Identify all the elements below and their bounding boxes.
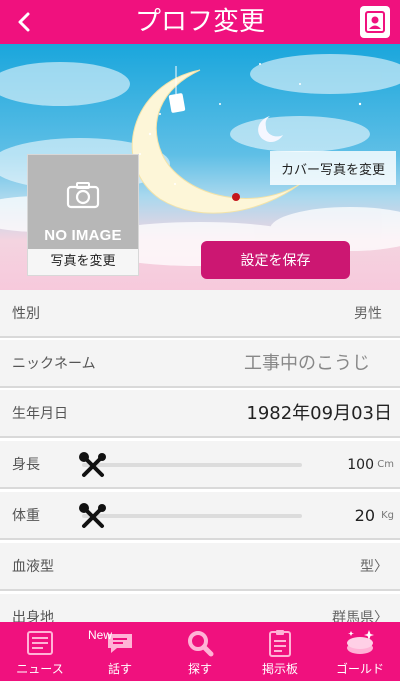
camera-icon (66, 182, 100, 209)
nav-gold[interactable]: ゴールド (320, 622, 400, 681)
nav-search-label: 探す (187, 662, 212, 676)
gender-value: 男性 (354, 306, 382, 322)
weight-slider[interactable] (82, 514, 302, 518)
weight-label: 体重 (12, 508, 40, 524)
tools-icon[interactable] (78, 451, 108, 481)
birthday-row[interactable]: 生年月日 1982年09月03日 (0, 390, 400, 438)
app-header: プロフ変更 (0, 0, 400, 44)
gender-row[interactable]: 性別 男性 (0, 290, 400, 338)
profile-photo[interactable]: NO IMAGE 写真を変更 (27, 154, 139, 276)
nav-chat-label: 話す (107, 662, 132, 676)
new-badge: New (88, 628, 113, 642)
height-unit: Cm (377, 459, 394, 470)
board-icon (269, 630, 291, 657)
birthday-value: 1982年09月03日 (246, 403, 392, 424)
weight-unit: Kg (381, 510, 394, 521)
height-label: 身長 (12, 457, 40, 473)
profile-card-button[interactable] (360, 6, 390, 38)
nav-board-label: 掲示板 (261, 662, 298, 676)
profile-card-icon (365, 11, 385, 33)
height-slider[interactable] (82, 463, 302, 467)
nav-board[interactable]: 掲示板 (240, 622, 320, 681)
gender-label: 性別 (12, 306, 40, 322)
save-settings-button[interactable]: 設定を保存 (201, 241, 350, 279)
no-image-text: NO IMAGE (44, 227, 122, 244)
blood-type-value: 型〉 (360, 559, 388, 575)
gold-icon (347, 630, 374, 654)
blood-type-row[interactable]: 血液型 型〉 (0, 543, 400, 591)
nickname-label: ニックネーム (12, 356, 96, 372)
news-icon (27, 631, 53, 655)
bottom-nav: ニュース 話す 探す 掲示板 ゴールド (0, 622, 400, 681)
nav-search[interactable]: 探す (160, 622, 240, 681)
nav-news[interactable]: ニュース (0, 622, 80, 681)
change-cover-button[interactable]: カバー写真を変更 (270, 151, 396, 185)
tools-icon[interactable] (78, 502, 108, 532)
height-row: 身長 100 Cm (0, 441, 400, 489)
blood-type-label: 血液型 (12, 559, 54, 575)
nav-gold-label: ゴールド (335, 662, 384, 676)
cover-photo: カバー写真を変更 NO IMAGE 写真を変更 設定を保存 (0, 44, 400, 290)
search-icon (188, 631, 214, 657)
page-title: プロフ変更 (134, 7, 265, 37)
nickname-input[interactable]: 工事中のこうじ (244, 340, 370, 388)
nickname-row: ニックネーム 工事中のこうじ (0, 340, 400, 388)
birthday-label: 生年月日 (12, 406, 68, 422)
weight-value: 20 (354, 506, 375, 525)
weight-row: 体重 20 Kg (0, 492, 400, 540)
change-photo-button[interactable]: 写真を変更 (28, 249, 138, 275)
height-value: 100 (347, 457, 374, 473)
nav-news-label: ニュース (16, 662, 64, 676)
